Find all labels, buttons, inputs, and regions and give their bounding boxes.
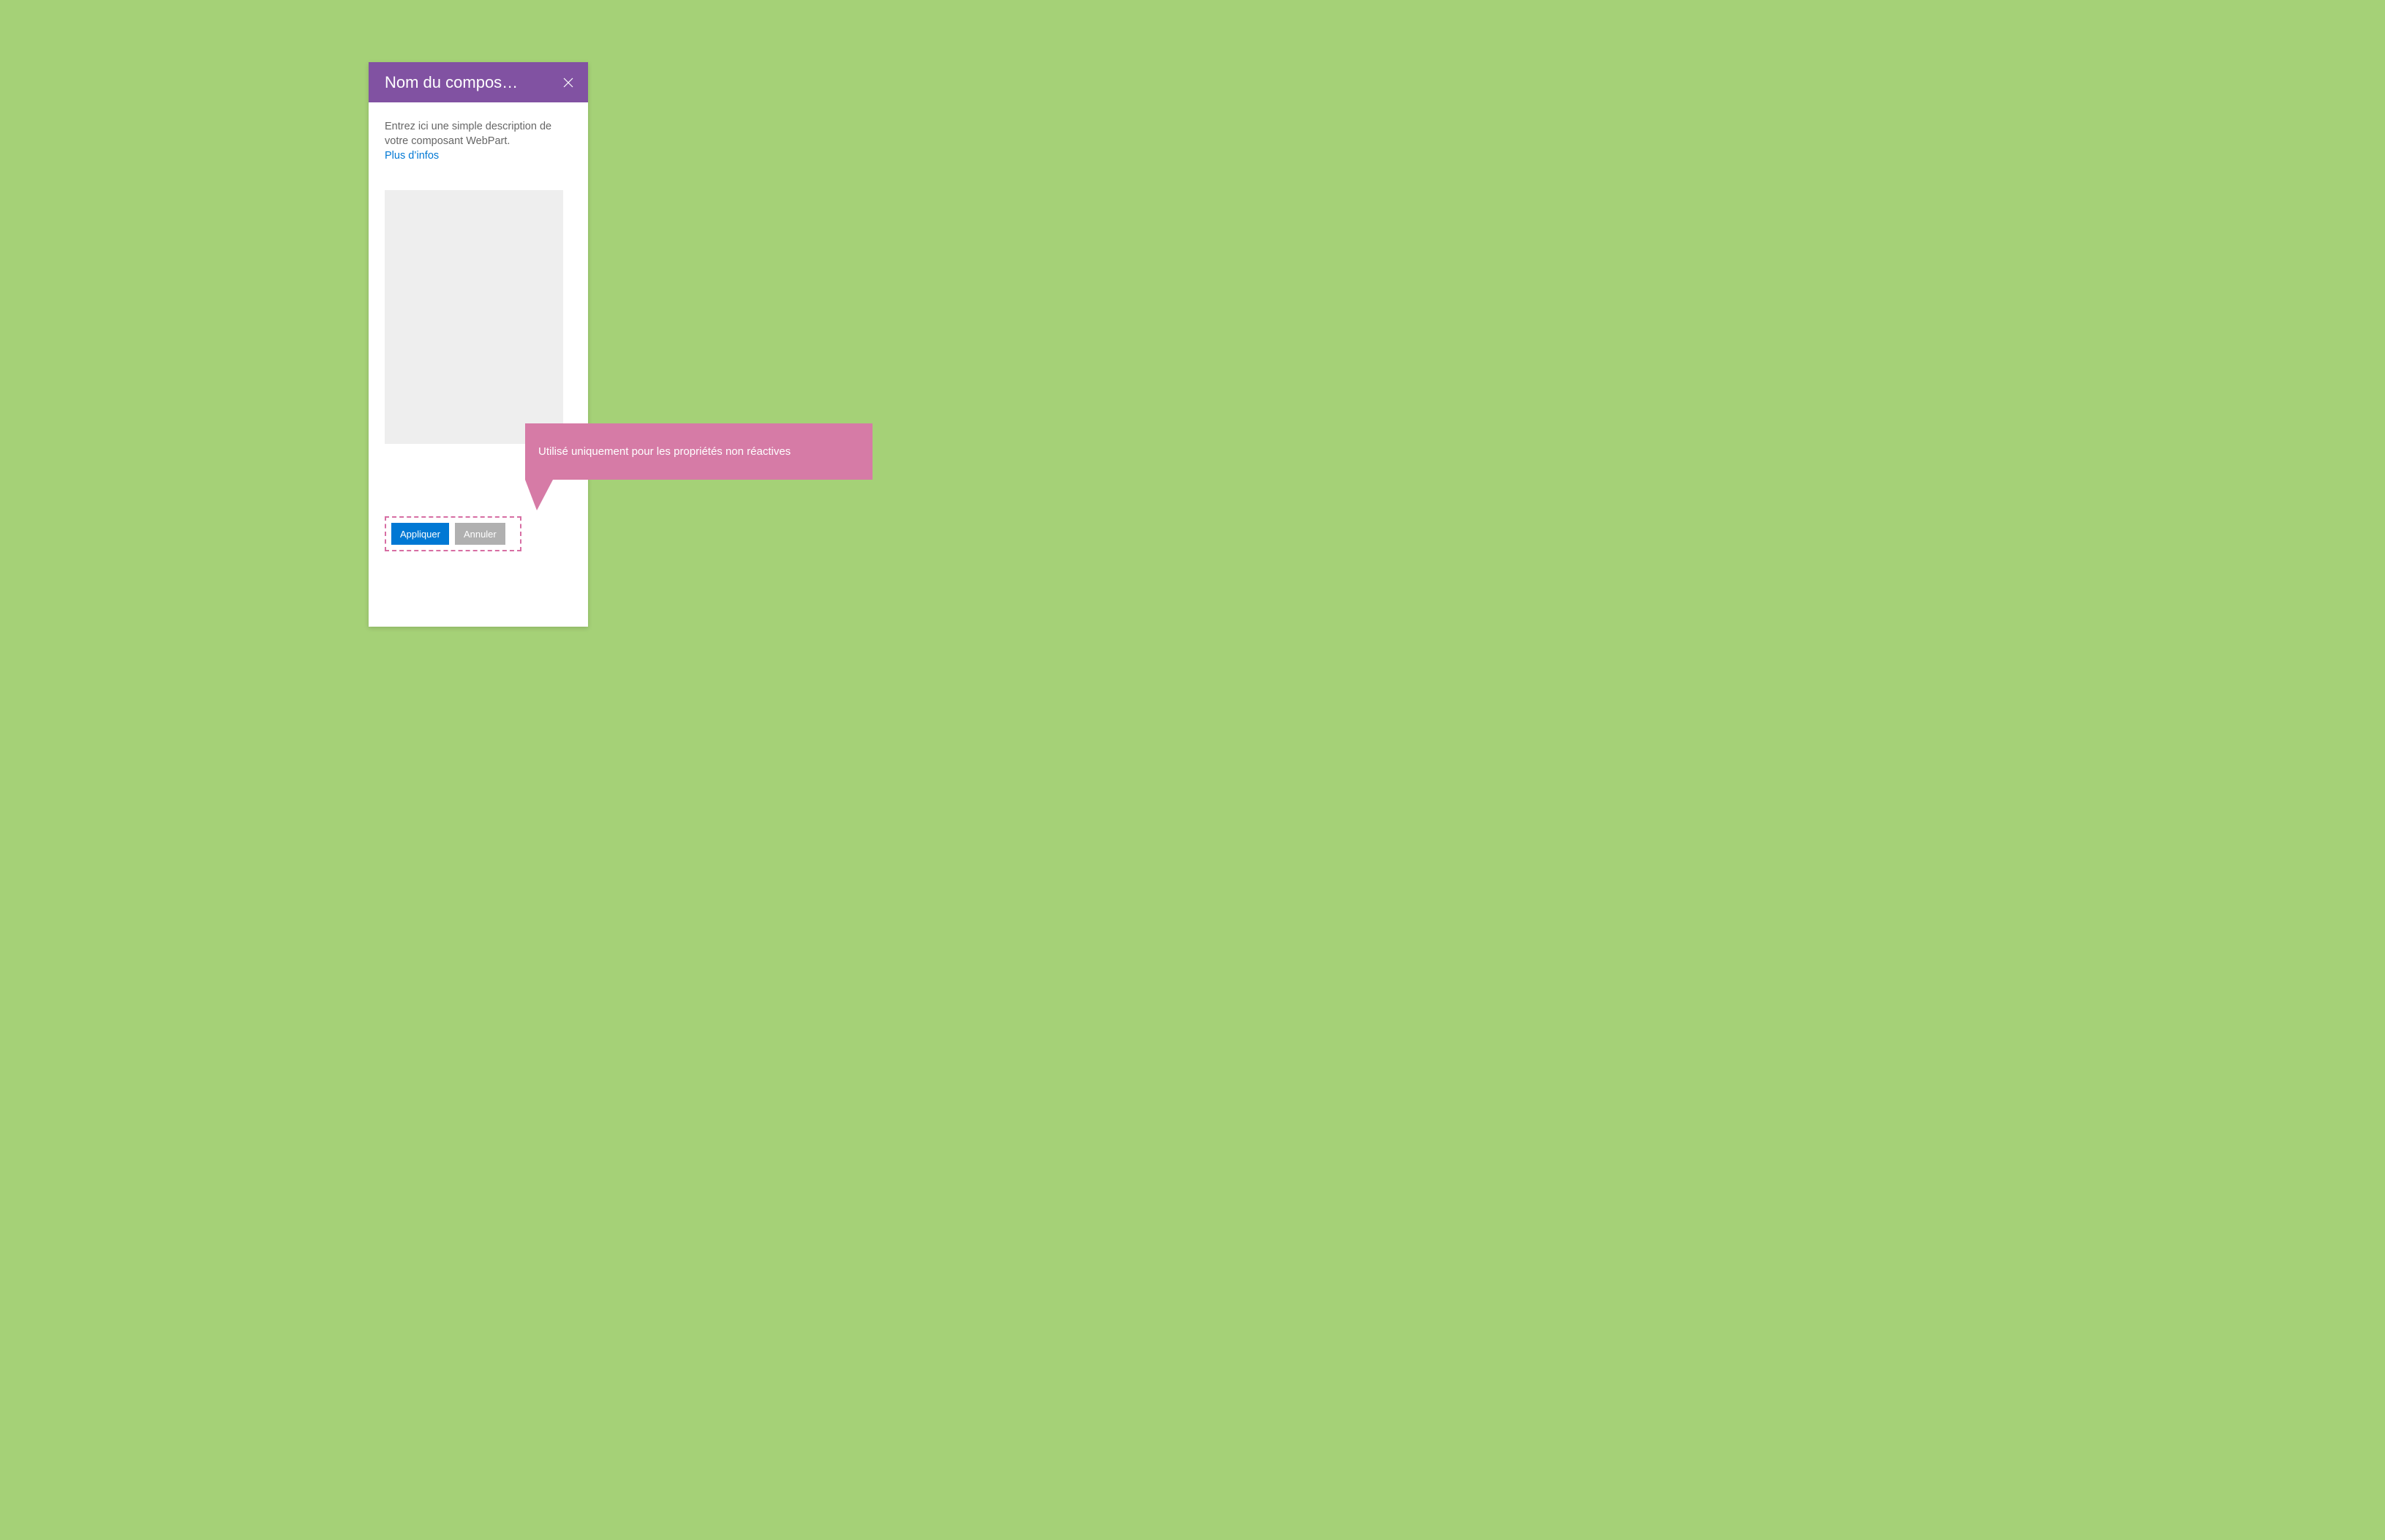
- more-info-link[interactable]: Plus d’infos: [385, 150, 439, 162]
- cancel-button[interactable]: Annuler: [455, 523, 505, 545]
- close-icon: [563, 78, 573, 88]
- content-placeholder: [385, 190, 563, 444]
- callout-text: Utilisé uniquement pour les propriétés n…: [538, 445, 791, 458]
- panel-header: Nom du compos…: [369, 62, 588, 102]
- apply-button[interactable]: Appliquer: [391, 523, 449, 545]
- panel-description: Entrez ici une simple description de vot…: [385, 120, 572, 148]
- close-button[interactable]: [559, 73, 578, 92]
- panel-title: Nom du compos…: [385, 73, 559, 92]
- action-buttons-highlight: Appliquer Annuler: [385, 516, 521, 551]
- property-pane: Nom du compos… Entrez ici une simple des…: [369, 62, 588, 627]
- panel-body: Entrez ici une simple description de vot…: [369, 102, 588, 457]
- callout-annotation: Utilisé uniquement pour les propriétés n…: [525, 423, 873, 480]
